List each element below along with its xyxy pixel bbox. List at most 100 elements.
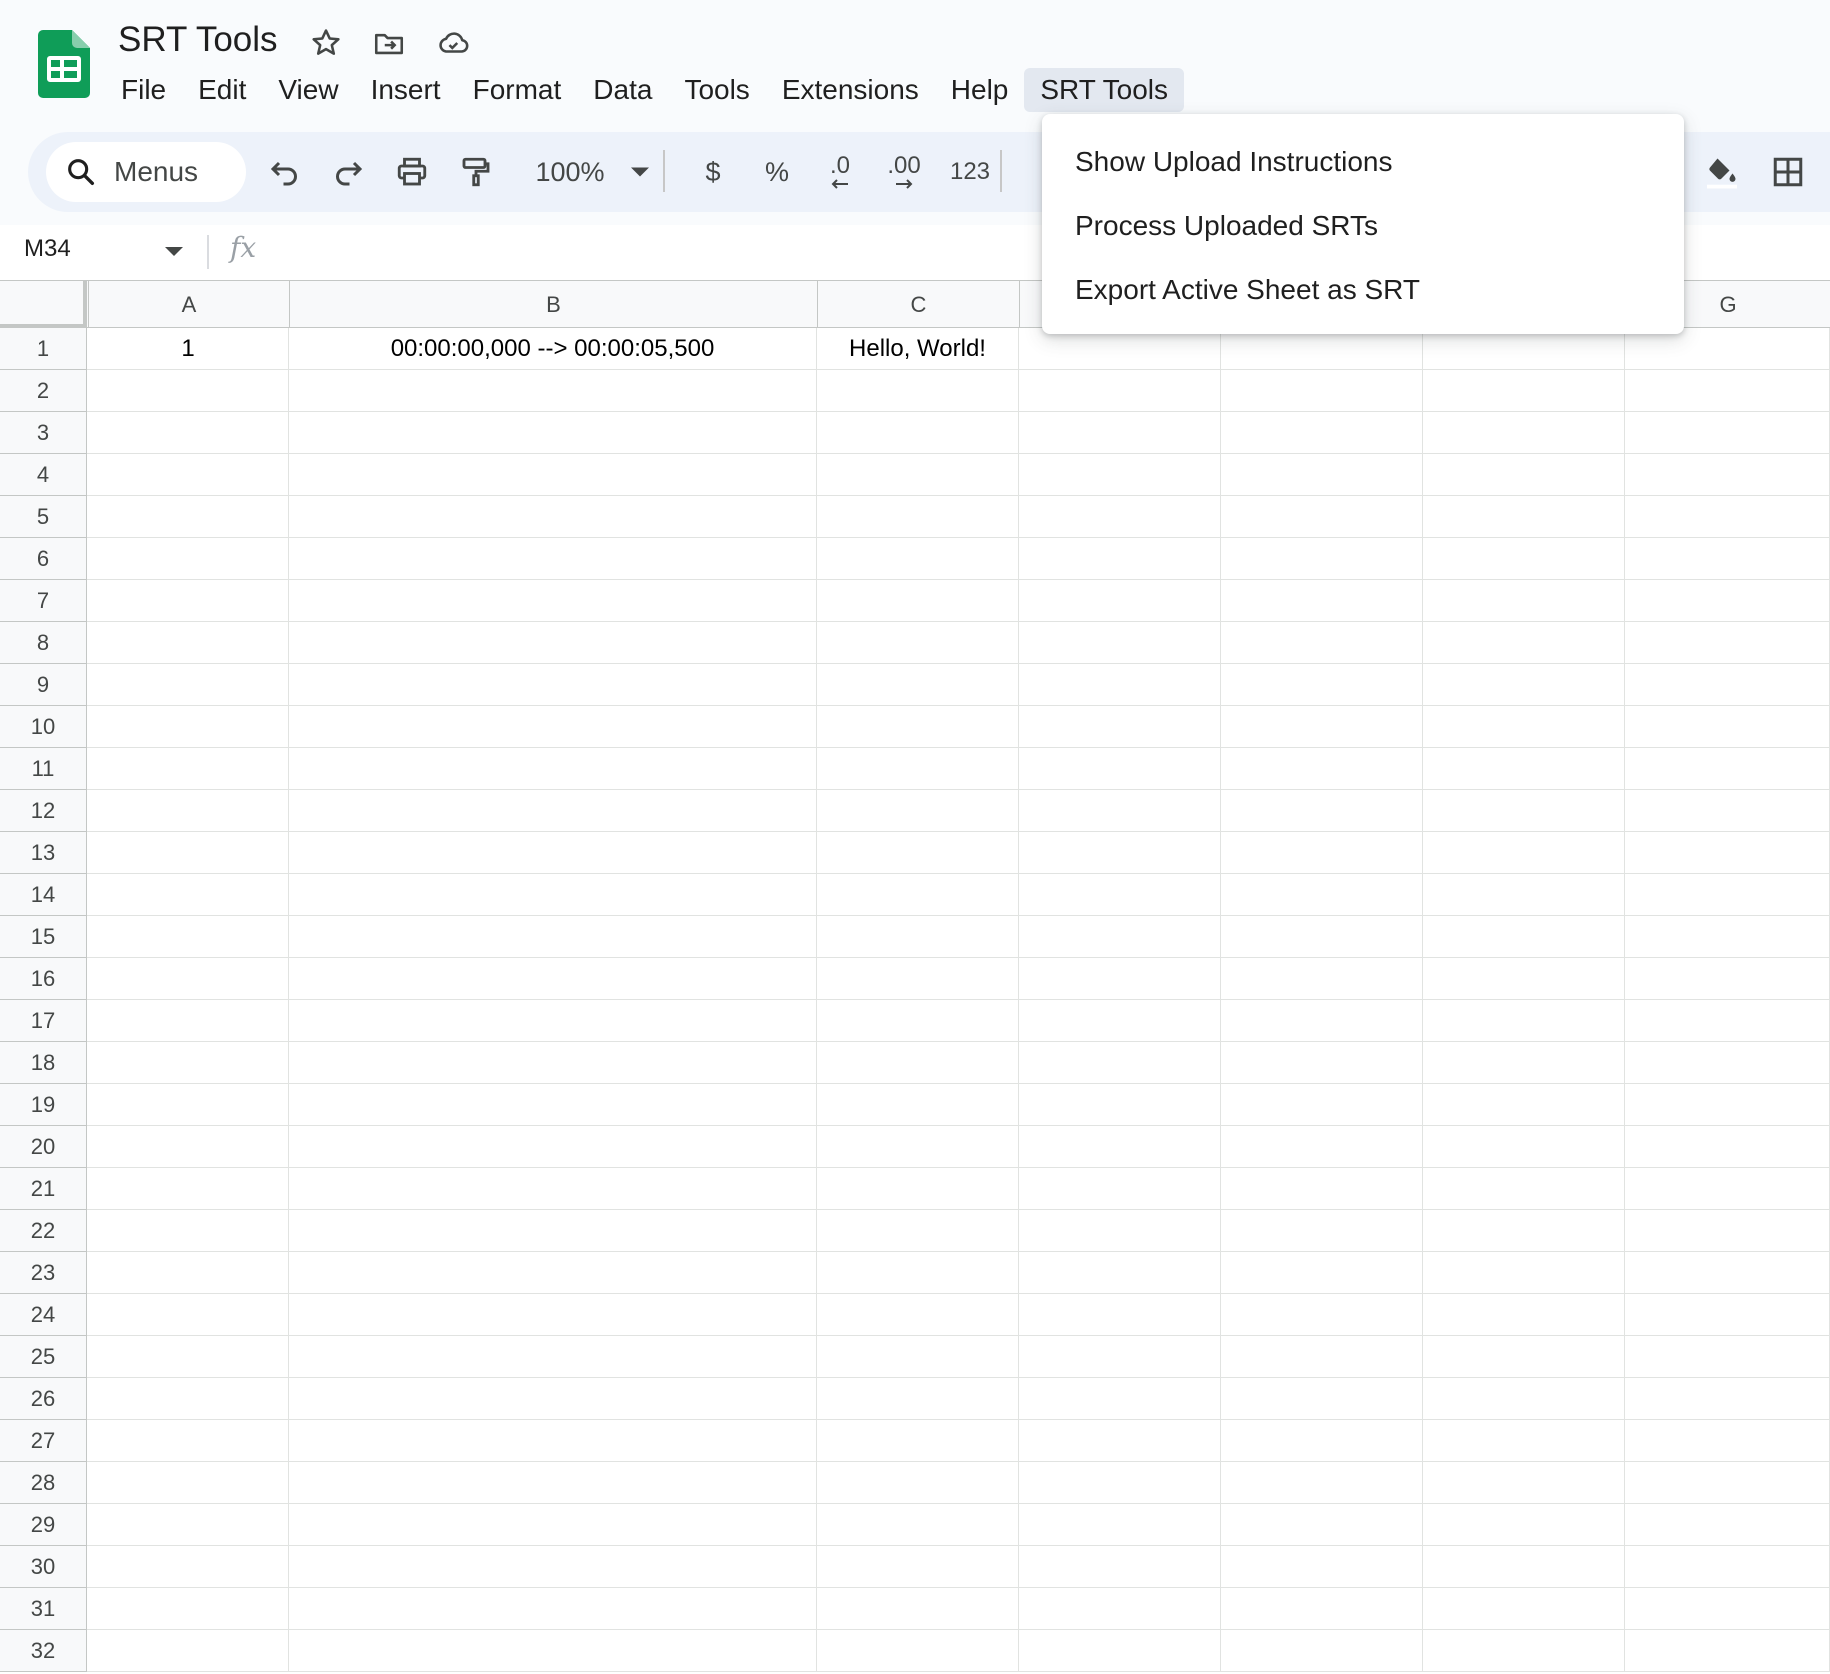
grid-cell[interactable] xyxy=(1221,874,1423,915)
grid-cell[interactable] xyxy=(817,622,1019,663)
borders-button[interactable] xyxy=(1762,147,1814,197)
grid-cell[interactable] xyxy=(88,1588,289,1629)
column-header[interactable]: C xyxy=(817,281,1019,328)
grid-cell[interactable] xyxy=(1423,622,1625,663)
row-header[interactable]: 3 xyxy=(0,412,87,454)
grid-cell[interactable] xyxy=(1625,664,1830,705)
grid-cell[interactable] xyxy=(817,496,1019,537)
grid-cell[interactable] xyxy=(1625,1084,1830,1125)
grid-cell[interactable] xyxy=(1423,790,1625,831)
grid-cell[interactable] xyxy=(88,1420,289,1461)
row-header[interactable]: 10 xyxy=(0,706,87,748)
grid-cell[interactable] xyxy=(289,1042,817,1083)
grid-cell[interactable] xyxy=(88,1210,289,1251)
grid-cell[interactable] xyxy=(817,1630,1019,1671)
row-header[interactable]: 30 xyxy=(0,1546,87,1588)
grid-cell[interactable] xyxy=(289,1084,817,1125)
grid-cell[interactable] xyxy=(1019,748,1221,789)
grid-cell[interactable] xyxy=(1625,496,1830,537)
percent-format-button[interactable]: % xyxy=(752,147,802,197)
decrease-decimal-button[interactable]: .0 xyxy=(810,147,870,197)
grid-cell[interactable] xyxy=(88,748,289,789)
grid-cell[interactable] xyxy=(88,454,289,495)
grid-cell[interactable] xyxy=(817,1378,1019,1419)
grid-cell[interactable] xyxy=(1423,1420,1625,1461)
grid-cell[interactable] xyxy=(88,370,289,411)
menu-format[interactable]: Format xyxy=(457,68,578,112)
grid-cell[interactable] xyxy=(289,496,817,537)
grid-cell[interactable] xyxy=(1423,538,1625,579)
row-header[interactable]: 25 xyxy=(0,1336,87,1378)
grid-cell[interactable] xyxy=(1019,874,1221,915)
row-header[interactable]: 8 xyxy=(0,622,87,664)
grid-cell[interactable] xyxy=(817,664,1019,705)
grid-cell[interactable] xyxy=(1423,1084,1625,1125)
grid-cell[interactable] xyxy=(1423,412,1625,453)
grid-cell[interactable] xyxy=(1019,790,1221,831)
grid-cell[interactable] xyxy=(1221,370,1423,411)
grid-cell[interactable] xyxy=(88,664,289,705)
grid-cell[interactable] xyxy=(88,790,289,831)
row-header[interactable]: 16 xyxy=(0,958,87,1000)
grid-cell[interactable] xyxy=(1221,748,1423,789)
grid-cell[interactable] xyxy=(1625,1126,1830,1167)
grid-cell[interactable] xyxy=(1625,874,1830,915)
grid-cell[interactable] xyxy=(289,916,817,957)
grid-cell[interactable] xyxy=(1423,1546,1625,1587)
grid-cell[interactable] xyxy=(817,454,1019,495)
grid-cell[interactable] xyxy=(1019,1084,1221,1125)
grid-cell[interactable]: Hello, World! xyxy=(817,328,1019,369)
grid-cell[interactable] xyxy=(1625,1168,1830,1209)
grid-cell[interactable] xyxy=(289,874,817,915)
row-header[interactable]: 5 xyxy=(0,496,87,538)
grid-cell[interactable] xyxy=(1221,1504,1423,1545)
grid-cell[interactable] xyxy=(1625,1420,1830,1461)
grid-cell[interactable] xyxy=(1019,1630,1221,1671)
grid-cell[interactable] xyxy=(1221,832,1423,873)
grid-cell[interactable] xyxy=(1423,1294,1625,1335)
grid-cell[interactable] xyxy=(817,748,1019,789)
grid-cell[interactable] xyxy=(1019,622,1221,663)
grid-cell[interactable] xyxy=(817,958,1019,999)
row-header[interactable]: 28 xyxy=(0,1462,87,1504)
menu-data[interactable]: Data xyxy=(577,68,668,112)
grid-cell[interactable] xyxy=(1423,1378,1625,1419)
grid-cell[interactable] xyxy=(1423,1588,1625,1629)
grid-cell[interactable] xyxy=(88,706,289,747)
grid-cell[interactable] xyxy=(88,1000,289,1041)
grid-cell[interactable] xyxy=(88,580,289,621)
grid-cell[interactable] xyxy=(1221,1378,1423,1419)
grid-cell[interactable] xyxy=(817,1252,1019,1293)
grid-cell[interactable] xyxy=(1019,1420,1221,1461)
menu-file[interactable]: File xyxy=(105,68,182,112)
grid-cell[interactable] xyxy=(817,1210,1019,1251)
grid-cell[interactable] xyxy=(289,1546,817,1587)
grid-cell[interactable] xyxy=(1423,370,1625,411)
search-menus-input[interactable]: Menus xyxy=(46,142,246,202)
row-header[interactable]: 1 xyxy=(0,328,87,370)
grid-cell[interactable] xyxy=(1221,1126,1423,1167)
paint-format-button[interactable] xyxy=(450,147,502,197)
grid-cell[interactable] xyxy=(289,748,817,789)
grid-cell[interactable] xyxy=(1019,1168,1221,1209)
grid-cell[interactable] xyxy=(1019,454,1221,495)
column-header[interactable]: B xyxy=(289,281,817,328)
grid-cell[interactable] xyxy=(1423,748,1625,789)
menu-edit[interactable]: Edit xyxy=(182,68,262,112)
row-header[interactable]: 13 xyxy=(0,832,87,874)
grid-cell[interactable] xyxy=(88,1378,289,1419)
grid-cell[interactable] xyxy=(1625,916,1830,957)
menu-extensions[interactable]: Extensions xyxy=(766,68,935,112)
zoom-select[interactable]: 100% xyxy=(520,147,620,197)
grid-cell[interactable] xyxy=(289,370,817,411)
grid-cell[interactable] xyxy=(1221,1462,1423,1503)
grid-cell[interactable] xyxy=(1625,328,1830,369)
grid-cell[interactable] xyxy=(1019,412,1221,453)
menu-srt-tools[interactable]: SRT Tools xyxy=(1024,68,1185,112)
grid-cell[interactable] xyxy=(1019,1504,1221,1545)
grid-cell[interactable] xyxy=(88,916,289,957)
grid-cell[interactable] xyxy=(1019,1126,1221,1167)
grid-cell[interactable] xyxy=(1625,1336,1830,1377)
grid-cell[interactable] xyxy=(88,622,289,663)
row-header[interactable]: 29 xyxy=(0,1504,87,1546)
